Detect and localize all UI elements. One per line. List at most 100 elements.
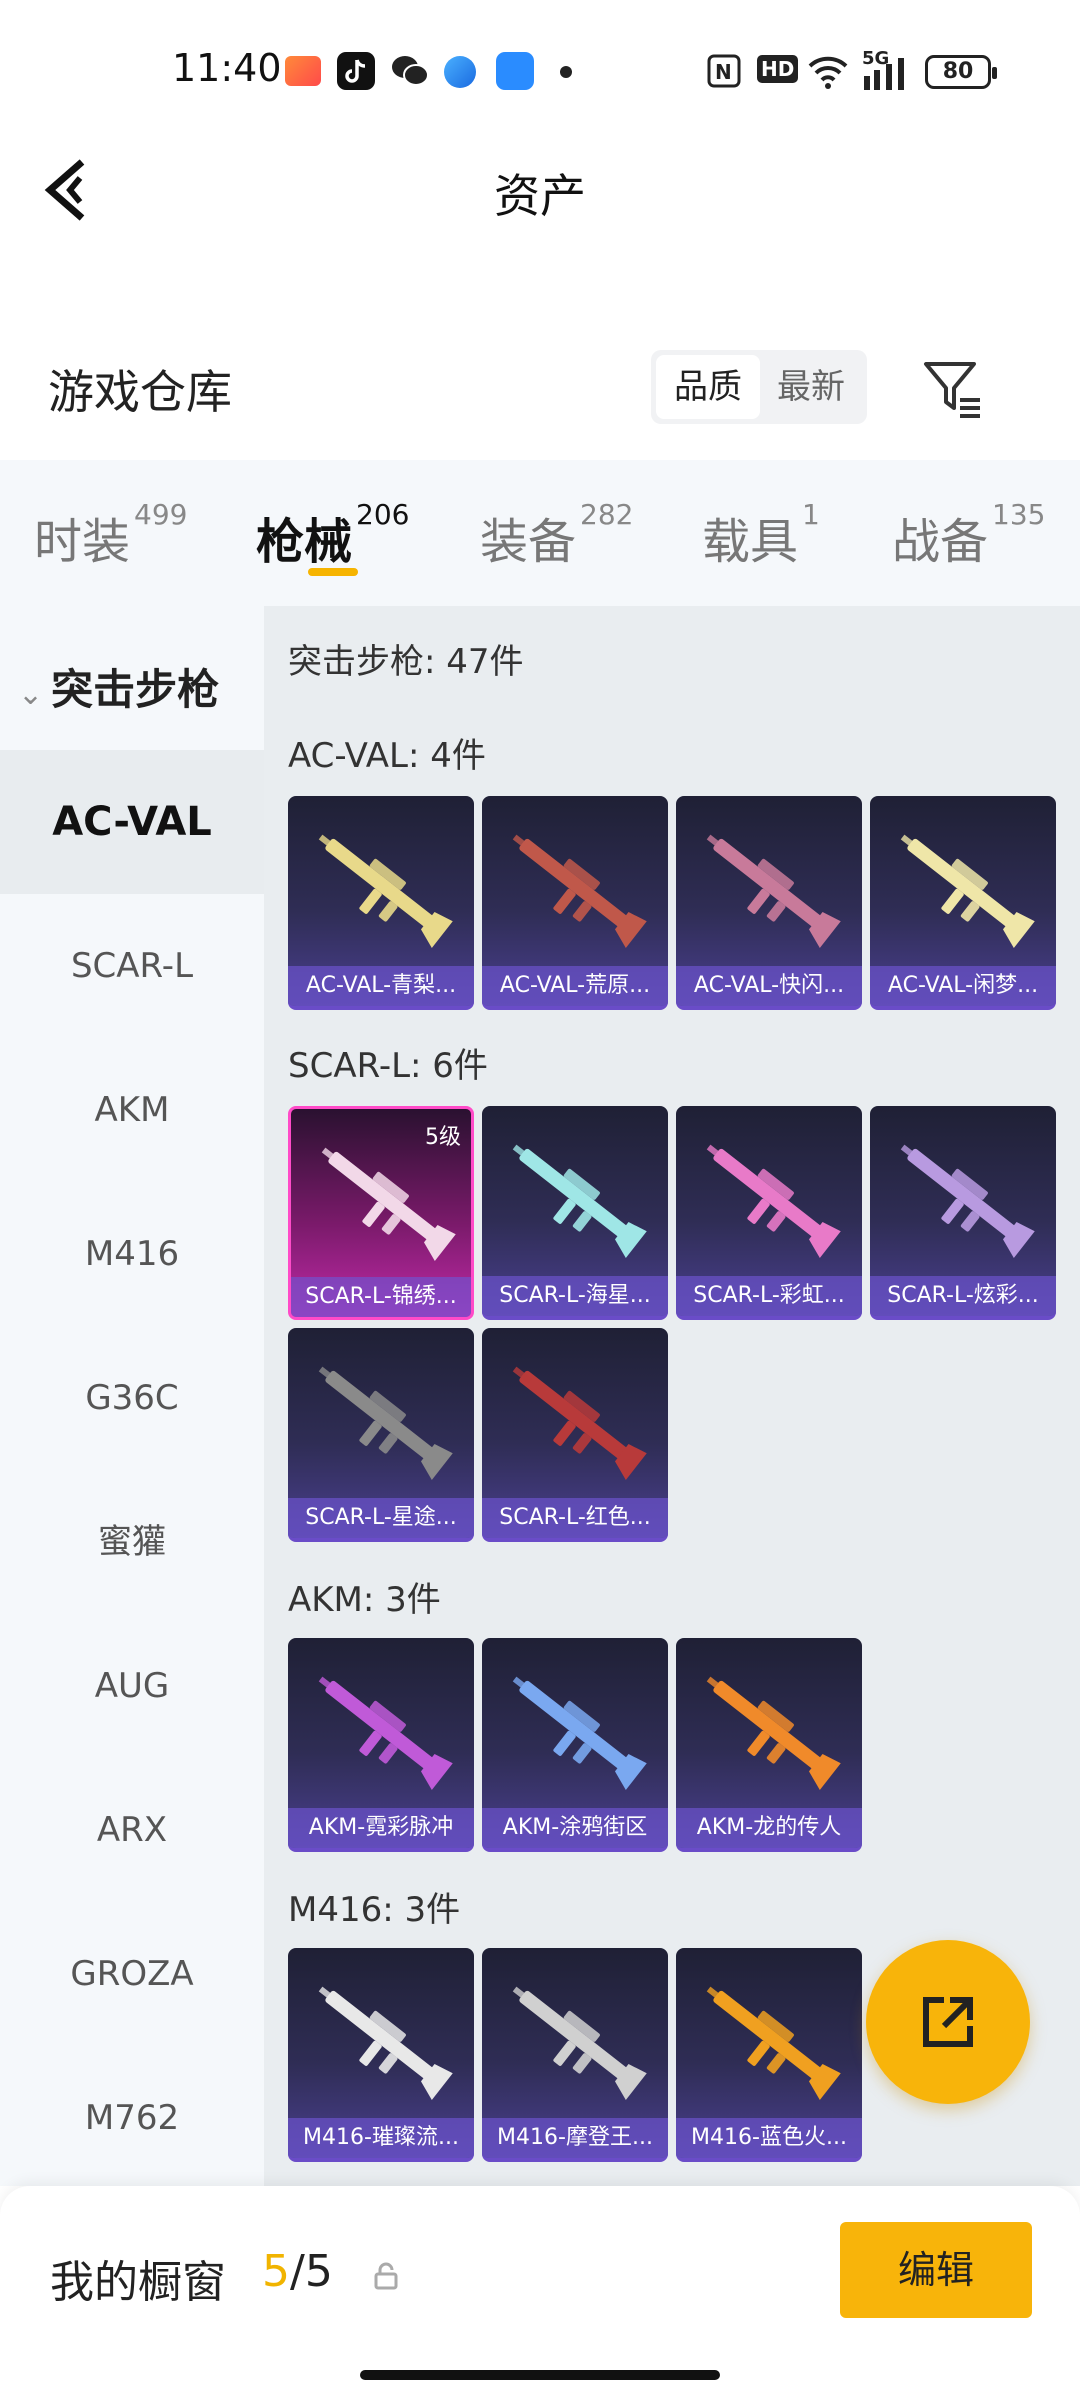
sidebar-group-assault-rifles[interactable]: ⌄ 突击步枪 (18, 656, 219, 717)
sidebar-item-g36c[interactable]: G36C (0, 1326, 264, 1470)
weapon-card[interactable]: AC-VAL-闲梦... (870, 796, 1056, 1010)
sidebar-item-scar-l[interactable]: SCAR-L (0, 894, 264, 1038)
tab-count: 206 (356, 498, 410, 531)
tab-vehicles[interactable]: 载具 1 (702, 498, 820, 572)
section-title-scar-l: SCAR-L: 6件 (288, 1046, 488, 1086)
weapon-card-label: SCAR-L-海星... (482, 1276, 668, 1316)
weapon-card[interactable]: SCAR-L-炫彩... (870, 1106, 1056, 1320)
active-tab-indicator (308, 568, 358, 576)
tab-count: 282 (580, 498, 634, 531)
weapon-card[interactable]: AKM-涂鸦街区 (482, 1638, 668, 1852)
weapon-card[interactable]: SCAR-L-海星... (482, 1106, 668, 1320)
weapon-card[interactable]: M416-摩登王... (482, 1948, 668, 2162)
rifle-icon (318, 834, 453, 949)
weapon-card[interactable]: AC-VAL-青梨... (288, 796, 474, 1010)
sidebar-item-aug[interactable]: AUG (0, 1614, 264, 1758)
weapon-card[interactable]: M416-蓝色火... (676, 1948, 862, 2162)
weapon-card-label: M416-摩登王... (482, 2118, 668, 2158)
home-indicator[interactable] (360, 2370, 720, 2380)
tab-equipment[interactable]: 装备 282 (480, 498, 633, 572)
weapon-card-label: AC-VAL-闲梦... (870, 966, 1056, 1006)
share-external-icon (923, 1997, 973, 2047)
rifle-icon (318, 1366, 453, 1481)
svg-text:N: N (715, 60, 732, 84)
section-title-ac-val: AC-VAL: 4件 (288, 736, 486, 776)
app-icon (496, 52, 534, 90)
rifle-icon (706, 1144, 841, 1259)
chevron-down-icon: ⌄ (18, 677, 44, 712)
sidebar-group-label: 突击步枪 (51, 665, 220, 714)
tab-label: 载具 (702, 514, 799, 570)
showcase-count-separator: / (290, 2246, 305, 2297)
filter-icon (924, 362, 980, 418)
weapon-card-label: SCAR-L-红色... (482, 1498, 668, 1538)
tiktok-icon (337, 52, 375, 90)
weapon-card[interactable]: AC-VAL-荒原... (482, 796, 668, 1010)
rifle-icon (512, 1366, 647, 1481)
sidebar-item-m416[interactable]: M416 (0, 1182, 264, 1326)
tab-label: 枪械 (256, 514, 353, 570)
page-title: 资产 (494, 169, 586, 223)
weapon-card[interactable]: AKM-龙的传人 (676, 1638, 862, 1852)
browser-icon (444, 56, 476, 88)
weapon-card-label: AKM-霓彩脉冲 (288, 1808, 474, 1848)
tab-weapons[interactable]: 枪械 206 (256, 498, 409, 572)
weapon-card-label: M416-蓝色火... (676, 2118, 862, 2158)
weapon-card[interactable]: 5级 SCAR-L-锦绣... (288, 1106, 474, 1320)
sort-newest-option[interactable]: 最新 (759, 355, 863, 419)
rifle-icon (900, 834, 1035, 949)
rifle-icon (706, 1676, 841, 1791)
sort-quality-option[interactable]: 品质 (656, 355, 760, 419)
category-tabs: 时装 499 枪械 206 装备 282 载具 1 战备 135 (0, 460, 1080, 606)
edit-button[interactable]: 编辑 (840, 2222, 1032, 2318)
showcase-count-current: 5 (262, 2246, 290, 2297)
showcase-count: 5/5 (262, 2246, 333, 2297)
tab-count: 499 (134, 498, 188, 531)
weapon-card[interactable]: SCAR-L-彩虹... (676, 1106, 862, 1320)
weapon-card-label: SCAR-L-炫彩... (870, 1276, 1056, 1316)
rifle-icon (900, 1144, 1035, 1259)
weapon-card[interactable]: SCAR-L-星途... (288, 1328, 474, 1542)
game-icon (285, 56, 321, 86)
wifi-icon (806, 50, 850, 97)
weapon-card[interactable]: AKM-霓彩脉冲 (288, 1638, 474, 1852)
warehouse-title: 游戏仓库 (48, 365, 232, 419)
rifle-icon (512, 1986, 647, 2101)
section-title-m416: M416: 3件 (288, 1890, 461, 1930)
tab-label: 时装 (34, 514, 131, 570)
weapon-card[interactable]: AC-VAL-快闪... (676, 796, 862, 1010)
sidebar-item-m762[interactable]: M762 (0, 2046, 264, 2190)
sidebar-item-groza[interactable]: GROZA (0, 1902, 264, 2046)
weapon-card-label: AKM-龙的传人 (676, 1808, 862, 1848)
tab-count: 135 (992, 498, 1046, 531)
tab-supplies[interactable]: 战备 135 (892, 498, 1045, 572)
filter-button[interactable] (922, 358, 984, 420)
sidebar-item-arx[interactable]: ARX (0, 1758, 264, 1902)
lock-icon (372, 2262, 400, 2290)
weapon-card-label: AC-VAL-青梨... (288, 966, 474, 1006)
level-badge: 5级 (425, 1125, 461, 1150)
showcase-count-total: 5 (304, 2246, 333, 2297)
showcase-title: 我的橱窗 (50, 2257, 226, 2308)
hd-badge: HD (757, 55, 799, 83)
sidebar-item-honey-badger[interactable]: 蜜獾 (0, 1470, 264, 1614)
weapon-card-label: AC-VAL-快闪... (676, 966, 862, 1006)
notification-dot (560, 66, 572, 78)
weapon-card[interactable]: M416-璀璨流... (288, 1948, 474, 2162)
rifle-icon (512, 1144, 647, 1259)
weapon-card-label: AKM-涂鸦街区 (482, 1808, 668, 1848)
tab-count: 1 (802, 498, 820, 531)
rifle-icon (706, 1986, 841, 2101)
signal-icon (862, 58, 912, 97)
weapon-card[interactable]: SCAR-L-红色... (482, 1328, 668, 1542)
tab-fashion[interactable]: 时装 499 (34, 498, 187, 572)
tab-label: 战备 (892, 514, 989, 570)
total-count-label: 突击步枪: 47件 (288, 642, 524, 682)
weapon-sidebar: ⌄ 突击步枪 AC-VAL SCAR-L AKM M416 G36C 蜜獾 AUG… (0, 606, 264, 2186)
share-button[interactable] (866, 1940, 1030, 2104)
status-time: 11:40 (172, 46, 282, 90)
sidebar-item-akm[interactable]: AKM (0, 1038, 264, 1182)
rifle-icon (706, 834, 841, 949)
sidebar-item-ac-val[interactable]: AC-VAL (0, 750, 264, 894)
page: 11:40 N HD 5G 80 资产 游戏仓库 品质 最新 时装 499 枪械… (0, 0, 1080, 2400)
